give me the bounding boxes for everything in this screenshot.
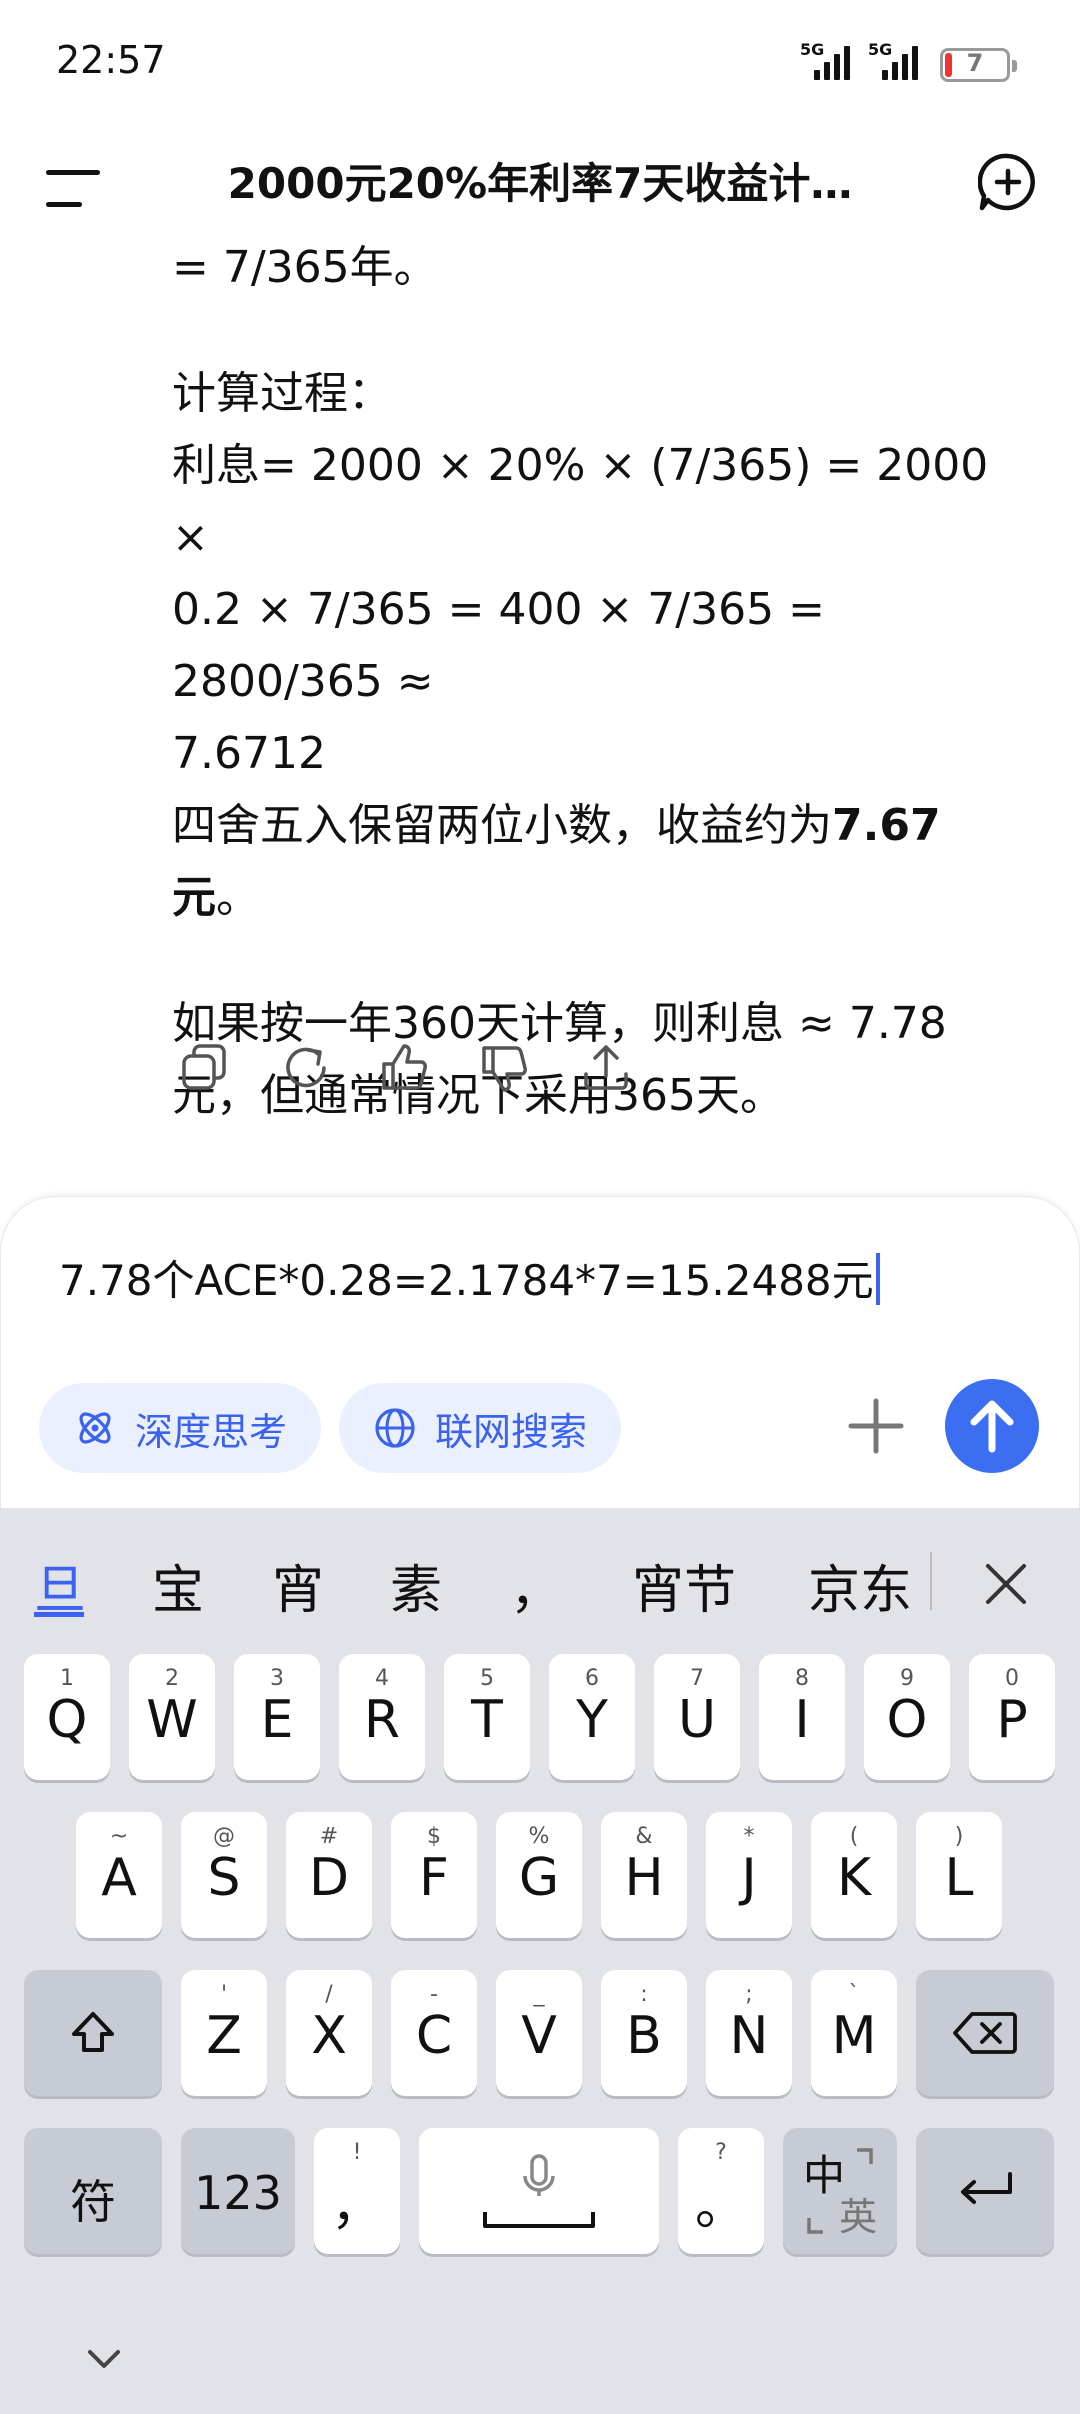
- candidate-underline: [34, 1612, 84, 1617]
- atom-icon: [79, 1412, 111, 1444]
- key-q[interactable]: 1Q: [24, 1654, 110, 1780]
- candidate-item[interactable]: ，: [510, 1548, 562, 1623]
- key-o[interactable]: 9O: [864, 1654, 950, 1780]
- text-caret: [875, 1253, 880, 1305]
- enter-icon: [961, 2172, 1012, 2204]
- key-u[interactable]: 7U: [654, 1654, 740, 1780]
- deep-think-button[interactable]: 深度思考: [39, 1383, 322, 1473]
- symbol-key[interactable]: 符: [24, 2128, 162, 2254]
- backspace-key[interactable]: [916, 1970, 1054, 2096]
- close-icon[interactable]: [978, 1556, 1034, 1612]
- key-k[interactable]: (K: [811, 1812, 897, 1938]
- key-m[interactable]: ` M: [811, 1970, 897, 2096]
- web-search-label: 联网搜索: [435, 1409, 588, 1454]
- assistant-message: = 7/365年。 计算过程： 利息= 2000 × 20% × (7/365)…: [172, 232, 1012, 1132]
- result-value: 7.67: [832, 800, 941, 851]
- number-key[interactable]: 123: [181, 2128, 295, 2254]
- key-b[interactable]: :B: [601, 1970, 687, 2096]
- key-j[interactable]: * J: [706, 1812, 792, 1938]
- key-p[interactable]: 0P: [969, 1654, 1055, 1780]
- shift-key[interactable]: [24, 1970, 162, 2096]
- status-bar: 22:57 5G 5G 7: [0, 0, 1080, 130]
- space-key[interactable]: [419, 2128, 659, 2254]
- key-v[interactable]: _ V: [496, 1970, 582, 2096]
- key-i[interactable]: 8I: [759, 1654, 845, 1780]
- key-r[interactable]: 4R: [339, 1654, 425, 1780]
- new-chat-icon[interactable]: [978, 152, 1038, 212]
- key-h[interactable]: & H: [601, 1812, 687, 1938]
- plus-icon[interactable]: [841, 1391, 911, 1461]
- signal-icon-2: 5G: [868, 40, 924, 84]
- key-g[interactable]: % G: [496, 1812, 582, 1938]
- key-y[interactable]: 6Y: [549, 1654, 635, 1780]
- language-switch-key[interactable]: 中 英: [783, 2128, 897, 2254]
- message-line: = 7/365年。: [172, 242, 438, 293]
- key-e[interactable]: 3E: [234, 1654, 320, 1780]
- share-icon[interactable]: [578, 1040, 634, 1096]
- enter-key[interactable]: [916, 2128, 1054, 2254]
- refresh-icon[interactable]: [278, 1040, 334, 1096]
- thumbs-up-icon[interactable]: [378, 1040, 434, 1096]
- shift-icon: [72, 2012, 114, 2052]
- calc-heading: 计算过程：: [172, 368, 392, 419]
- backspace-icon: [953, 2012, 1017, 2054]
- key-f[interactable]: $ F: [391, 1812, 477, 1938]
- message-line: 0.2 × 7/365 = 400 × 7/365 = 2800/365 ≈: [172, 584, 825, 707]
- key-l[interactable]: ) L: [916, 1812, 1002, 1938]
- message-line: 7.6712: [172, 728, 326, 779]
- page-title: 2000元20%年利率7天收益计…: [227, 159, 853, 208]
- arrow-up-icon: [970, 1400, 1014, 1453]
- globe-icon: [375, 1408, 415, 1448]
- key-t[interactable]: 5T: [444, 1654, 530, 1780]
- comma-key[interactable]: !，: [314, 2128, 400, 2254]
- candidate-item[interactable]: 素: [390, 1548, 442, 1623]
- candidate-item[interactable]: 京东: [808, 1548, 912, 1623]
- key-z[interactable]: ' Z: [181, 1970, 267, 2096]
- send-button[interactable]: [945, 1379, 1039, 1473]
- message-line: 利息= 2000 × 20% × (7/365) = 2000 ×: [172, 440, 989, 563]
- candidate-bar: 旦 宝 宵 素 ， 宵节 京东: [0, 1508, 1080, 1658]
- menu-icon[interactable]: [46, 166, 100, 210]
- hide-keyboard-icon[interactable]: [84, 2344, 124, 2374]
- result-line: 四舍五入保留两位小数，收益约为7.67: [172, 800, 941, 851]
- key-w[interactable]: 2W: [129, 1654, 215, 1780]
- microphone-icon: [483, 2154, 595, 2228]
- candidate-item[interactable]: 宵: [272, 1548, 324, 1623]
- key-s[interactable]: @ S: [181, 1812, 267, 1938]
- candidate-divider: [930, 1552, 932, 1610]
- thumbs-down-icon[interactable]: [478, 1040, 534, 1096]
- candidate-item[interactable]: 宝: [152, 1548, 204, 1623]
- web-search-button[interactable]: 联网搜索: [339, 1383, 622, 1473]
- status-time: 22:57: [56, 38, 166, 82]
- deep-think-label: 深度思考: [135, 1409, 288, 1454]
- period-key[interactable]: ?。: [678, 2128, 764, 2254]
- key-n[interactable]: ; N: [706, 1970, 792, 2096]
- language-switch-icon: [807, 2148, 873, 2234]
- key-c[interactable]: -C: [391, 1970, 477, 2096]
- key-x[interactable]: / X: [286, 1970, 372, 2096]
- keyboard: 旦 宝 宵 素 ， 宵节 京东 1Q 2W 3E 4R 5T 6Y 7U 8I …: [0, 1508, 1080, 2414]
- result-line: 元。: [172, 872, 260, 923]
- copy-icon[interactable]: [178, 1040, 234, 1096]
- chat-header: 2000元20%年利率7天收益计…: [0, 140, 1080, 240]
- input-panel: 7.78个ACE*0.28=2.1784*7=15.2488元 深度思考 联网搜…: [0, 1196, 1080, 1508]
- message-input[interactable]: 7.78个ACE*0.28=2.1784*7=15.2488元: [59, 1247, 880, 1308]
- signal-icon: 5G: [800, 40, 856, 84]
- key-a[interactable]: ~ A: [76, 1812, 162, 1938]
- key-d[interactable]: # D: [286, 1812, 372, 1938]
- battery-icon: 7: [940, 48, 1017, 82]
- candidate-item[interactable]: 宵节: [632, 1548, 736, 1623]
